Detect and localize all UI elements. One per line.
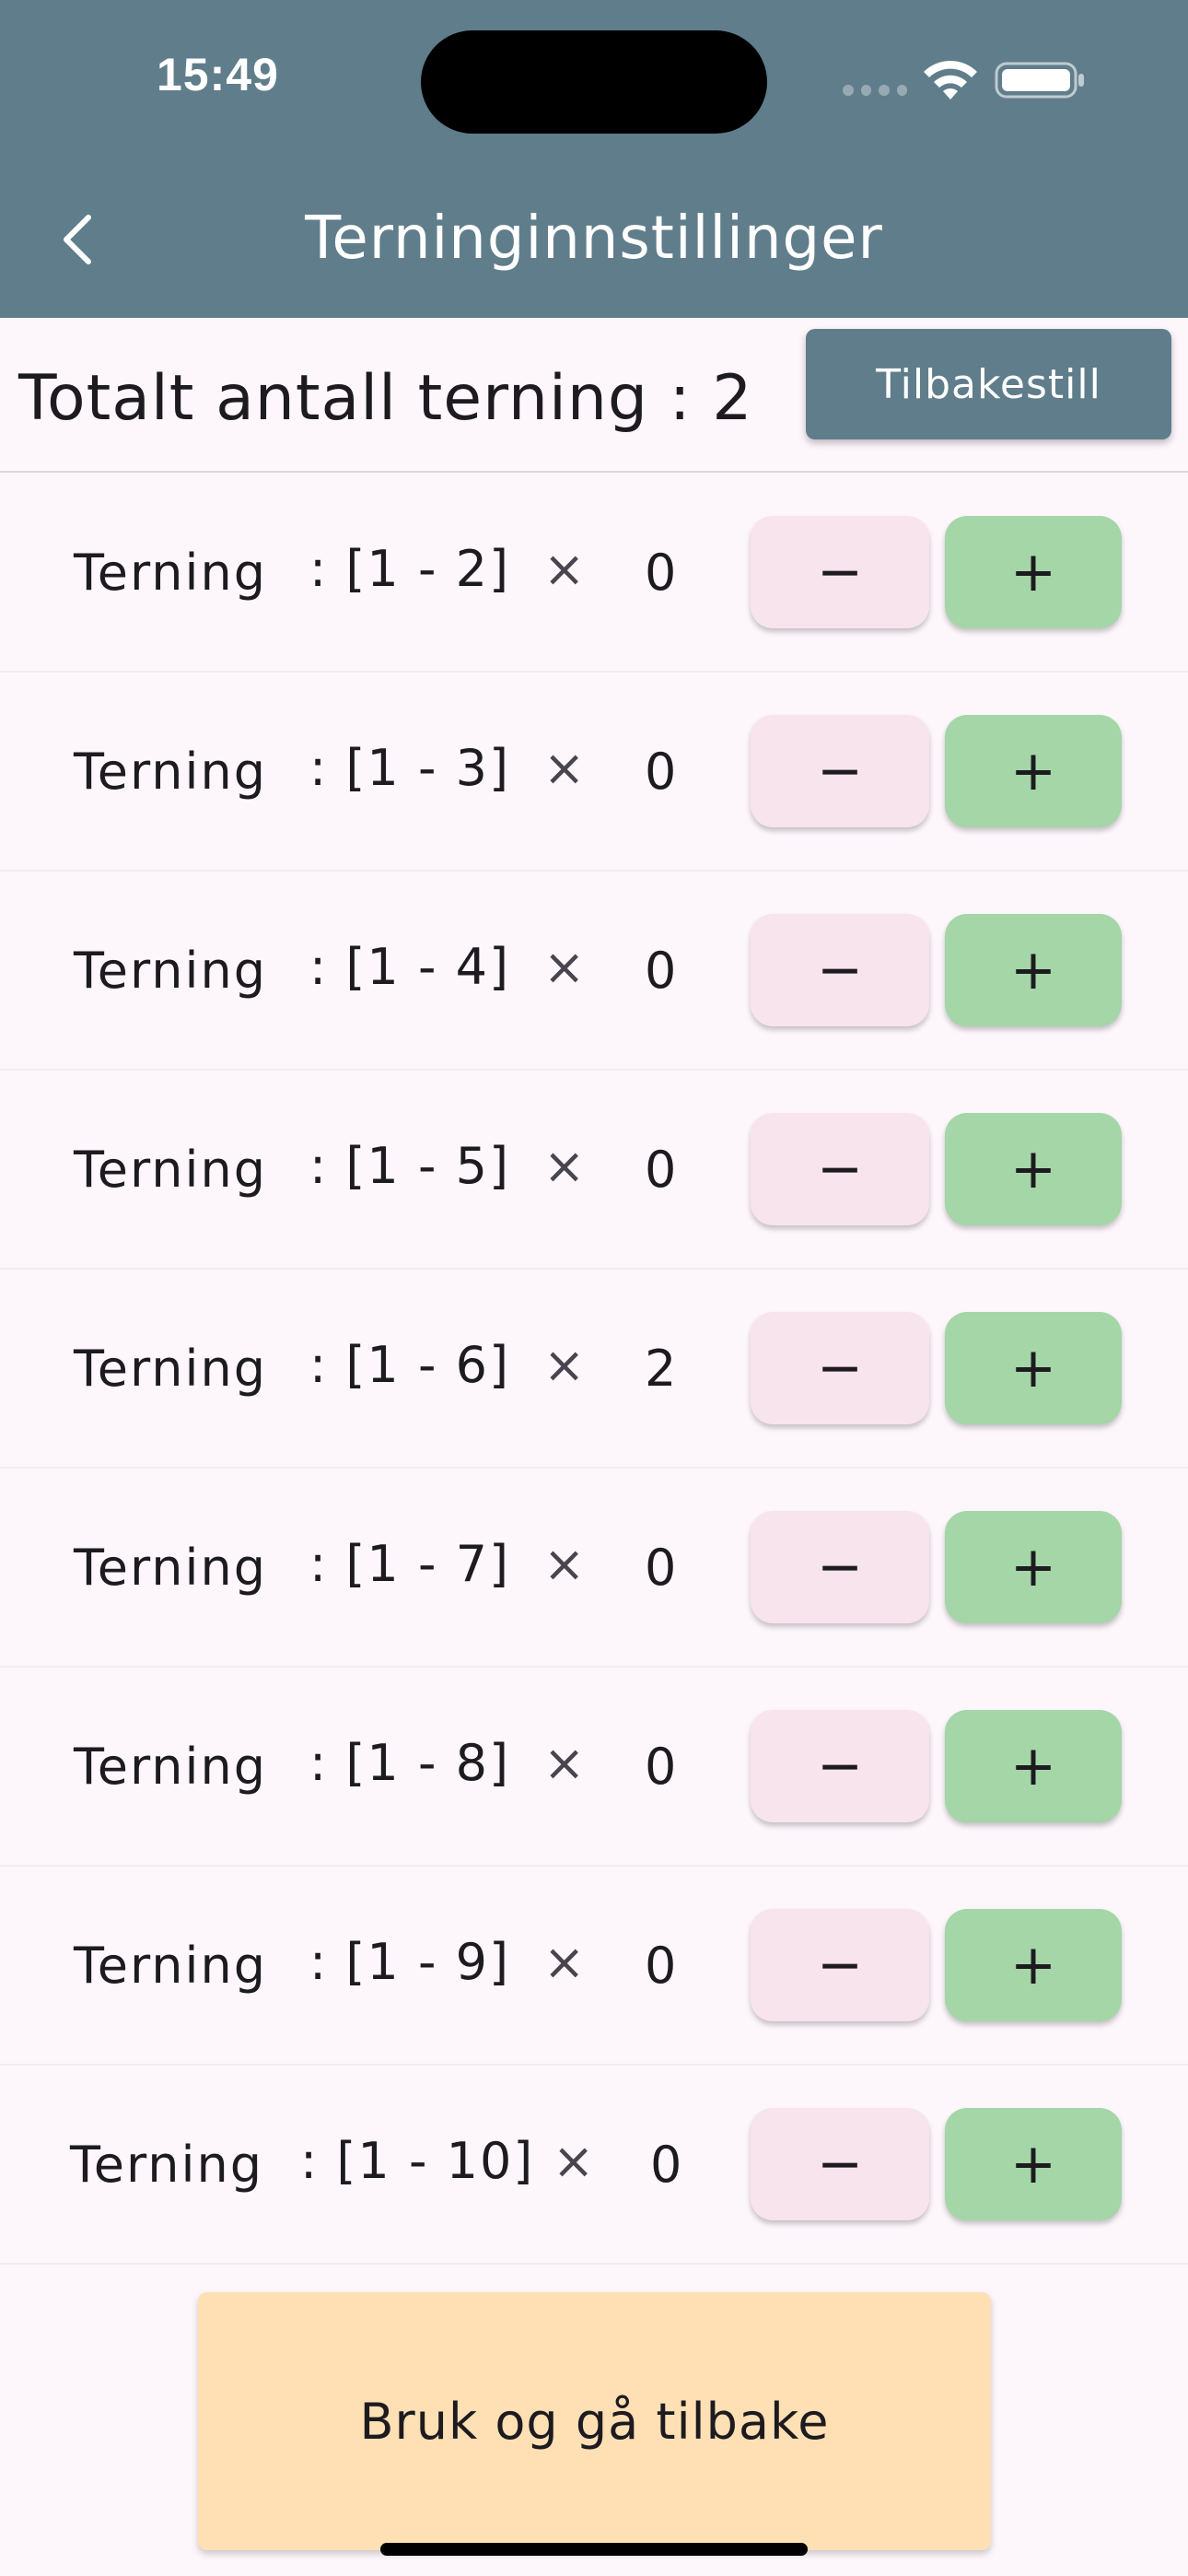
- decrement-button[interactable]: −: [751, 1511, 929, 1623]
- wifi-icon: [924, 60, 977, 100]
- multiply-icon: ×: [543, 739, 586, 797]
- dice-row-d6: Terning : [1 - 6] × 2 − +: [0, 1270, 1188, 1469]
- decrement-button[interactable]: −: [751, 1909, 929, 2021]
- dice-count: 2: [645, 1340, 677, 1398]
- dice-row-d2: Terning : [1 - 2] × 0 − +: [0, 474, 1188, 673]
- dice-range: : [1 - 4]: [309, 938, 511, 996]
- total-dice-label: Totalt antall terning : 2: [18, 362, 753, 435]
- dice-count: 0: [645, 1937, 677, 1995]
- dice-name: Terning: [74, 1937, 268, 1995]
- increment-button[interactable]: +: [945, 516, 1122, 628]
- dice-count: 0: [650, 2136, 682, 2194]
- home-indicator[interactable]: [380, 2543, 808, 2556]
- dice-name: Terning: [74, 1141, 268, 1199]
- dice-count: 0: [645, 1738, 677, 1796]
- multiply-icon: ×: [543, 938, 586, 996]
- decrement-button[interactable]: −: [751, 914, 929, 1026]
- dice-name: Terning: [74, 743, 268, 801]
- increment-button[interactable]: +: [945, 715, 1122, 827]
- dice-name: Terning: [74, 1539, 268, 1597]
- dice-row-d10: Terning : [1 - 10] × 0 − +: [0, 2066, 1188, 2265]
- increment-button[interactable]: +: [945, 1909, 1122, 2021]
- dice-name: Terning: [74, 1738, 268, 1796]
- battery-icon: [995, 62, 1084, 99]
- dice-count: 0: [645, 1539, 677, 1597]
- dynamic-island: [421, 30, 767, 134]
- status-time: 15:49: [157, 49, 279, 100]
- dice-count: 0: [645, 942, 677, 1000]
- dice-range: : [1 - 3]: [309, 739, 511, 797]
- decrement-button[interactable]: −: [751, 2108, 929, 2220]
- dice-row-d7: Terning : [1 - 7] × 0 − +: [0, 1469, 1188, 1668]
- multiply-icon: ×: [543, 1734, 586, 1792]
- decrement-button[interactable]: −: [751, 1312, 929, 1424]
- multiply-icon: ×: [543, 1933, 586, 1991]
- multiply-icon: ×: [543, 1336, 586, 1394]
- dice-row-d8: Terning : [1 - 8] × 0 − +: [0, 1668, 1188, 1867]
- increment-button[interactable]: +: [945, 1312, 1122, 1424]
- dice-range: : [1 - 5]: [309, 1137, 511, 1195]
- dice-range: : [1 - 6]: [309, 1336, 511, 1394]
- page-title: Terninginnstillinger: [305, 205, 883, 273]
- decrement-button[interactable]: −: [751, 516, 929, 628]
- increment-button[interactable]: +: [945, 2108, 1122, 2220]
- dice-range: : [1 - 2]: [309, 540, 511, 598]
- multiply-icon: ×: [543, 540, 586, 598]
- dice-range: : [1 - 9]: [309, 1933, 511, 1991]
- increment-button[interactable]: +: [945, 1113, 1122, 1225]
- dice-row-d5: Terning : [1 - 5] × 0 − +: [0, 1071, 1188, 1270]
- dice-name: Terning: [74, 544, 268, 602]
- dice-name: Terning: [74, 942, 268, 1000]
- dice-name: Terning: [70, 2136, 264, 2194]
- increment-button[interactable]: +: [945, 1710, 1122, 1822]
- multiply-icon: ×: [553, 2132, 595, 2190]
- increment-button[interactable]: +: [945, 1511, 1122, 1623]
- total-dice-summary: Totalt antall terning : 2 Tilbakestill: [0, 318, 1188, 473]
- dice-row-d4: Terning : [1 - 4] × 0 − +: [0, 872, 1188, 1071]
- dice-row-d3: Terning : [1 - 3] × 0 − +: [0, 673, 1188, 872]
- dice-list: Terning : [1 - 2] × 0 − + Terning : [1 -…: [0, 474, 1188, 2265]
- dice-range: : [1 - 7]: [309, 1535, 511, 1593]
- multiply-icon: ×: [543, 1137, 586, 1195]
- dice-name: Terning: [74, 1340, 268, 1398]
- decrement-button[interactable]: −: [751, 1113, 929, 1225]
- app-bar: 15:49 Terninginnstillinger: [0, 0, 1188, 318]
- dice-range: : [1 - 8]: [309, 1734, 511, 1792]
- dice-count: 0: [645, 1141, 677, 1199]
- decrement-button[interactable]: −: [751, 1710, 929, 1822]
- dice-count: 0: [645, 743, 677, 801]
- multiply-icon: ×: [543, 1535, 586, 1593]
- apply-and-back-button[interactable]: Bruk og gå tilbake: [198, 2292, 991, 2550]
- dice-row-d9: Terning : [1 - 9] × 0 − +: [0, 1867, 1188, 2066]
- dice-count: 0: [645, 544, 677, 602]
- decrement-button[interactable]: −: [751, 715, 929, 827]
- increment-button[interactable]: +: [945, 914, 1122, 1026]
- reset-button[interactable]: Tilbakestill: [806, 329, 1171, 439]
- dice-range: : [1 - 10]: [300, 2132, 535, 2190]
- cellular-signal-icon: [843, 85, 907, 96]
